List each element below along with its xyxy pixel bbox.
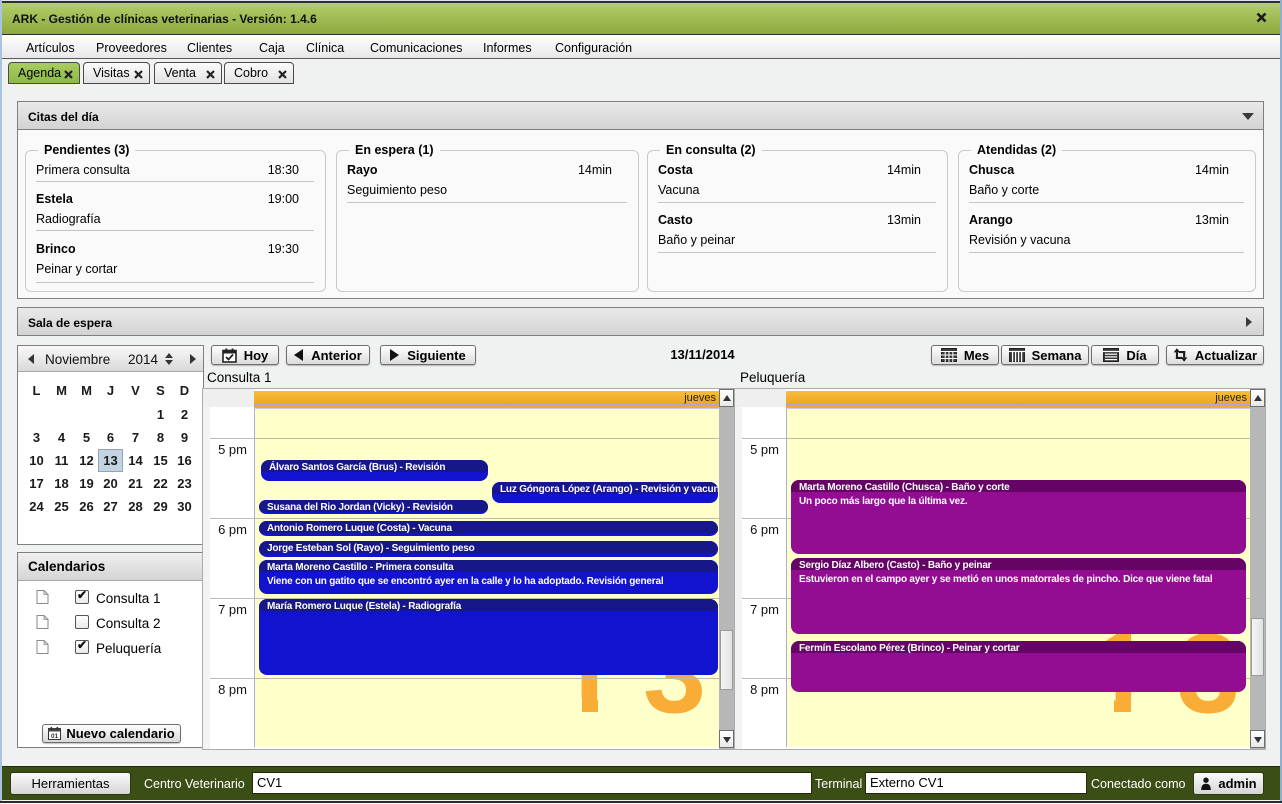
svg-text:01: 01 — [51, 733, 59, 740]
